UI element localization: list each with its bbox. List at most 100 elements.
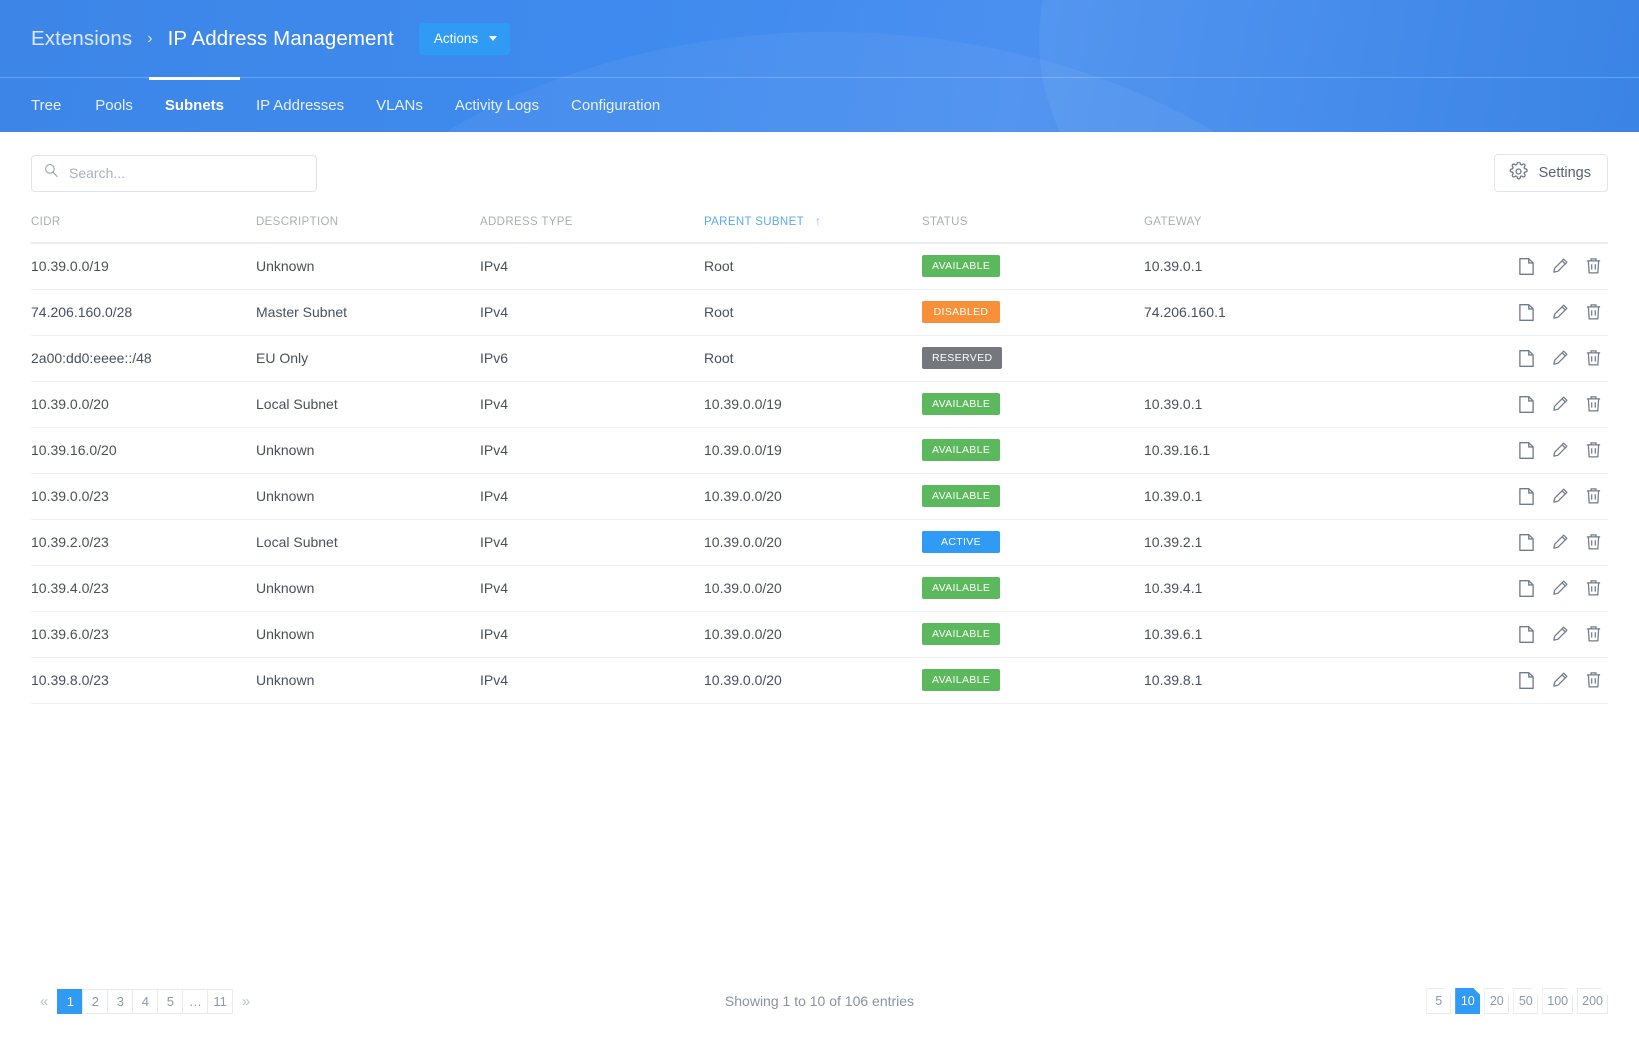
cell-gateway: 10.39.0.1 — [1144, 381, 1434, 428]
breadcrumb-link-extensions[interactable]: Extensions — [31, 27, 132, 51]
delete-icon[interactable] — [1585, 257, 1602, 275]
tab-activity-logs[interactable]: Activity Logs — [439, 78, 555, 132]
cell-row-actions — [1434, 289, 1608, 336]
edit-icon[interactable] — [1551, 533, 1569, 551]
copy-icon[interactable] — [1518, 441, 1535, 460]
pagination-page-4[interactable]: 4 — [132, 988, 158, 1014]
pagination-page-…[interactable]: … — [182, 988, 208, 1014]
delete-icon[interactable] — [1585, 533, 1602, 551]
pagination-prev-button[interactable]: « — [31, 993, 57, 1010]
pagination-page-1[interactable]: 1 — [57, 988, 83, 1014]
cell-description: Unknown — [256, 611, 480, 658]
edit-icon[interactable] — [1551, 579, 1569, 597]
page-size-100[interactable]: 100 — [1542, 988, 1573, 1014]
table-footer: « 1 2 3 4 5… 11 » Showing 1 to 10 of 106 entr… — [0, 959, 1639, 1043]
column-header-description[interactable]: DESCRIPTION — [256, 214, 480, 244]
search-input[interactable] — [69, 165, 304, 181]
table-header: CIDR DESCRIPTION ADDRESS TYPE PARENT SUBNET… — [31, 214, 1608, 244]
tab-vlans[interactable]: VLANs — [360, 78, 439, 132]
table-row[interactable]: 10.39.0.0/19 Unknown IPv4 Root AVAILABLE 10.3… — [31, 243, 1608, 290]
page-size-10[interactable]: 10 — [1455, 988, 1480, 1014]
column-header-address-type[interactable]: ADDRESS TYPE — [480, 214, 704, 244]
settings-button[interactable]: Settings — [1493, 154, 1608, 192]
column-header-status[interactable]: STATUS — [922, 214, 1144, 244]
status-badge: DISABLED — [922, 301, 1000, 323]
app-header: Extensions › IP Address Management Actio… — [0, 0, 1639, 132]
copy-icon[interactable] — [1518, 671, 1535, 690]
pagination-page-11[interactable]: 11 — [207, 988, 233, 1014]
delete-icon[interactable] — [1585, 487, 1602, 505]
page-size-selector: 5 10 20 50 100 200 — [1426, 988, 1608, 1014]
breadcrumb-separator-icon: › — [147, 29, 153, 47]
table-row[interactable]: 10.39.0.0/23 Unknown IPv4 10.39.0.0/20 AVAIL… — [31, 473, 1608, 520]
pagination-next-button[interactable]: » — [233, 993, 259, 1010]
column-header-actions[interactable] — [1434, 214, 1608, 244]
table-row[interactable]: 10.39.8.0/23 Unknown IPv4 10.39.0.0/20 AVAIL… — [31, 657, 1608, 704]
page-size-5[interactable]: 5 — [1426, 988, 1451, 1014]
copy-icon[interactable] — [1518, 533, 1535, 552]
delete-icon[interactable] — [1585, 395, 1602, 413]
copy-icon[interactable] — [1518, 579, 1535, 598]
cell-cidr: 10.39.0.0/19 — [31, 243, 256, 290]
copy-icon[interactable] — [1518, 625, 1535, 644]
edit-icon[interactable] — [1551, 257, 1569, 275]
copy-icon[interactable] — [1518, 349, 1535, 368]
search-icon — [44, 163, 59, 183]
edit-icon[interactable] — [1551, 395, 1569, 413]
delete-icon[interactable] — [1585, 349, 1602, 367]
tab-configuration[interactable]: Configuration — [555, 78, 676, 132]
pagination-page-5[interactable]: 5 — [157, 988, 183, 1014]
copy-icon[interactable] — [1518, 487, 1535, 506]
table-row[interactable]: 10.39.4.0/23 Unknown IPv4 10.39.0.0/20 AVAIL… — [31, 565, 1608, 612]
delete-icon[interactable] — [1585, 625, 1602, 643]
pagination: « 1 2 3 4 5… 11 » — [31, 988, 259, 1014]
cell-gateway: 10.39.0.1 — [1144, 243, 1434, 290]
main-tabs: Tree Pools Subnets IP Addresses VLANs Activit… — [0, 77, 1639, 132]
tab-ip-addresses[interactable]: IP Addresses — [240, 78, 360, 132]
cell-parent-subnet: 10.39.0.0/19 — [704, 427, 922, 474]
edit-icon[interactable] — [1551, 487, 1569, 505]
delete-icon[interactable] — [1585, 303, 1602, 321]
delete-icon[interactable] — [1585, 441, 1602, 459]
page-size-20[interactable]: 20 — [1484, 988, 1509, 1014]
column-header-label: DESCRIPTION — [256, 216, 339, 228]
page-title: IP Address Management — [167, 26, 394, 50]
edit-icon[interactable] — [1551, 349, 1569, 367]
cell-status: ACTIVE — [922, 519, 1144, 566]
page-size-50[interactable]: 50 — [1513, 988, 1538, 1014]
edit-icon[interactable] — [1551, 671, 1569, 689]
pagination-page-3[interactable]: 3 — [107, 988, 133, 1014]
cell-address-type: IPv4 — [480, 657, 704, 704]
tab-pools[interactable]: Pools — [79, 78, 149, 132]
actions-button[interactable]: Actions — [418, 22, 511, 55]
pagination-page-2[interactable]: 2 — [82, 988, 108, 1014]
search-box[interactable] — [31, 154, 317, 192]
delete-icon[interactable] — [1585, 579, 1602, 597]
column-header-parent-subnet[interactable]: PARENT SUBNET ↑ — [704, 214, 922, 244]
column-header-gateway[interactable]: GATEWAY — [1144, 214, 1434, 244]
table-row[interactable]: 74.206.160.0/28 Master Subnet IPv4 Root DISA… — [31, 289, 1608, 336]
cell-gateway: 10.39.6.1 — [1144, 611, 1434, 658]
column-header-label: PARENT SUBNET — [704, 216, 804, 228]
copy-icon[interactable] — [1518, 257, 1535, 276]
cell-address-type: IPv4 — [480, 289, 704, 336]
cell-description: Unknown — [256, 243, 480, 290]
column-header-label: CIDR — [31, 216, 61, 228]
page-size-200[interactable]: 200 — [1577, 988, 1608, 1014]
edit-icon[interactable] — [1551, 441, 1569, 459]
table-row[interactable]: 10.39.16.0/20 Unknown IPv4 10.39.0.0/19 AVAI… — [31, 427, 1608, 474]
tab-subnets[interactable]: Subnets — [148, 77, 241, 132]
cell-status: AVAILABLE — [922, 657, 1144, 704]
table-row[interactable]: 2a00:dd0:eeee::/48 EU Only IPv6 Root RESERVE… — [31, 335, 1608, 382]
column-header-cidr[interactable]: CIDR — [31, 214, 256, 244]
cell-status: AVAILABLE — [922, 473, 1144, 520]
tab-tree[interactable]: Tree — [31, 78, 79, 132]
edit-icon[interactable] — [1551, 303, 1569, 321]
table-row[interactable]: 10.39.6.0/23 Unknown IPv4 10.39.0.0/20 AVAIL… — [31, 611, 1608, 658]
delete-icon[interactable] — [1585, 671, 1602, 689]
edit-icon[interactable] — [1551, 625, 1569, 643]
table-row[interactable]: 10.39.0.0/20 Local Subnet IPv4 10.39.0.0/19… — [31, 381, 1608, 428]
copy-icon[interactable] — [1518, 395, 1535, 414]
table-row[interactable]: 10.39.2.0/23 Local Subnet IPv4 10.39.0.0/20… — [31, 519, 1608, 566]
copy-icon[interactable] — [1518, 303, 1535, 322]
